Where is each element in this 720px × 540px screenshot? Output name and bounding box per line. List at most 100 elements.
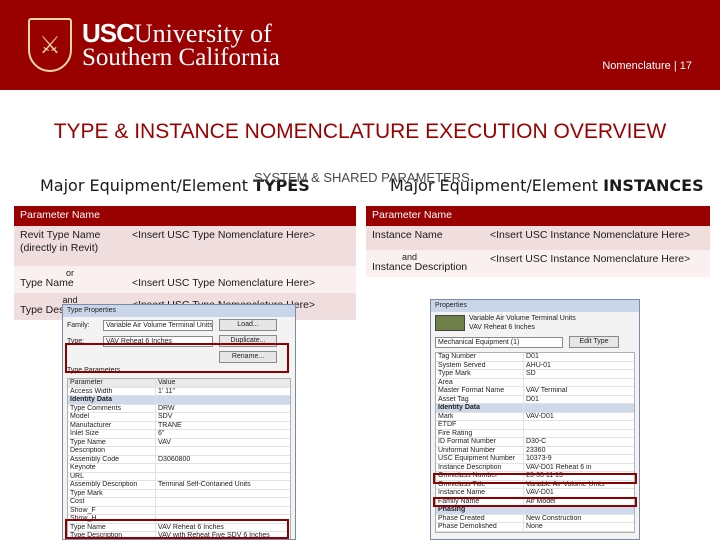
type-parameter-table: Parameter Name Revit Type Name (directly… xyxy=(14,206,356,320)
instance-properties-panel[interactable]: Properties Variable Air Volume Terminal … xyxy=(430,299,640,540)
type-parameter-param-value[interactable] xyxy=(156,507,290,515)
type-parameter-param-name: Access Width xyxy=(68,387,156,395)
instance-parameter-param-name: ID Format Number xyxy=(436,438,524,446)
instance-parameter-table: Parameter Name Instance Name <Insert USC… xyxy=(366,206,710,277)
instance-parameter-row[interactable]: Asset Tag D01 xyxy=(436,395,634,404)
slide-title: TYPE & INSTANCE NOMENCLATURE EXECUTION O… xyxy=(53,120,667,143)
type-parameter-param-name: Manufacturer xyxy=(68,421,156,429)
type-parameter-row[interactable]: Type Comments DRW xyxy=(68,404,290,413)
type-parameter-row[interactable]: Model SDV xyxy=(68,413,290,422)
type-parameter-param-value[interactable] xyxy=(156,490,290,498)
type-parameter-row[interactable]: Type Name VAV xyxy=(68,438,290,447)
instance-parameter-row[interactable]: Area xyxy=(436,378,634,387)
instance-parameter-param-value[interactable] xyxy=(524,506,634,514)
type-parameter-row[interactable]: Assembly Code D3060800 xyxy=(68,455,290,464)
instance-parameter-param-name: Identity Data xyxy=(436,404,524,412)
instance-parameter-param-value[interactable]: AHU-01 xyxy=(524,362,634,370)
type-parameter-row[interactable]: Type Mark xyxy=(68,489,290,498)
type-parameter-row[interactable]: Show_F xyxy=(68,506,290,515)
instance-parameter-param-value[interactable]: SD xyxy=(524,370,634,378)
type-parameter-row[interactable]: Cost xyxy=(68,498,290,507)
instance-parameter-param-name: Master Format Name xyxy=(436,387,524,395)
type-parameter-row[interactable]: URL xyxy=(68,472,290,481)
instance-parameter-param-value[interactable]: VAV-D01 xyxy=(524,413,634,421)
logo-line2-text: Southern California xyxy=(82,43,280,71)
instance-parameter-param-value[interactable]: VAV Terminal xyxy=(524,387,634,395)
instance-parameter-param-value[interactable]: VAV-D01 Reheat 6 in xyxy=(524,464,634,472)
instance-parameter-row[interactable]: ID Format Number D30-C xyxy=(436,438,634,447)
instance-type-name: VAV Reheat 6 Inches xyxy=(469,324,535,331)
and-conjunction: and xyxy=(402,252,418,262)
load-button[interactable]: Load... xyxy=(219,319,277,331)
instance-parameter-row[interactable]: Phase Demolished None xyxy=(436,523,634,532)
type-properties-dialog[interactable]: Type Properties Family: Variable Air Vol… xyxy=(62,304,296,540)
type-parameter-param-name: Type Name xyxy=(68,438,156,446)
instance-parameter-row[interactable]: Identity Data xyxy=(436,404,634,413)
instance-parameter-param-value[interactable]: None xyxy=(524,523,634,531)
type-parameter-param-value[interactable]: 1' 11" xyxy=(156,388,290,396)
type-parameter-row[interactable]: Identity Data xyxy=(68,396,290,405)
type-parameter-param-value[interactable]: D3060800 xyxy=(156,456,290,464)
type-parameter-param-value[interactable] xyxy=(156,447,290,455)
revit-type-name-value: <Insert USC Type Nomenclature Here> xyxy=(126,226,356,266)
instance-parameter-param-value[interactable] xyxy=(524,404,634,412)
instance-parameter-param-value[interactable] xyxy=(524,430,634,438)
instance-filter-select[interactable]: Mechanical Equipment (1) xyxy=(435,336,563,348)
edit-type-button[interactable]: Edit Type xyxy=(569,336,619,348)
instance-parameter-row[interactable]: Mark VAV-D01 xyxy=(436,412,634,421)
type-parameter-row[interactable]: Assembly Description Terminal Self-Contai… xyxy=(68,481,290,490)
type-parameter-param-name: URL xyxy=(68,472,156,480)
instance-parameter-param-name: Phase Created xyxy=(436,514,524,522)
instance-parameter-row[interactable]: Uniformat Number 23360 xyxy=(436,446,634,455)
type-parameter-param-value[interactable]: DRW xyxy=(156,405,290,413)
type-parameter-param-value[interactable]: SDV xyxy=(156,413,290,421)
type-name-label: Type Name xyxy=(20,277,74,289)
or-conjunction: or xyxy=(65,268,74,278)
type-parameter-param-name: Type Comments xyxy=(68,404,156,412)
type-parameter-row[interactable]: Manufacturer TRANE xyxy=(68,421,290,430)
instance-parameter-param-name: Mark xyxy=(436,412,524,420)
type-parameter-param-name: Inlet Size xyxy=(68,430,156,438)
instance-parameter-row[interactable]: Fire Rating xyxy=(436,429,634,438)
type-parameter-param-name: Assembly Description xyxy=(68,481,156,489)
revit-type-name-label: Revit Type Name (directly in Revit) xyxy=(20,229,101,254)
instance-parameter-row[interactable]: Tag Number D01 xyxy=(436,353,634,362)
type-parameter-param-value[interactable] xyxy=(156,396,290,404)
type-parameter-param-name: Description xyxy=(68,447,156,455)
type-parameters-grid[interactable]: Parameter Value Access Width 1' 11" Identi… xyxy=(67,378,291,539)
type-parameter-param-value[interactable]: 6" xyxy=(156,430,290,438)
type-parameter-row[interactable]: Inlet Size 6" xyxy=(68,430,290,439)
instance-parameter-param-value[interactable]: D01 xyxy=(524,396,634,404)
instance-parameter-param-value[interactable]: D30-C xyxy=(524,438,634,446)
type-parameter-row[interactable]: Description xyxy=(68,447,290,456)
type-parameter-param-value[interactable] xyxy=(156,498,290,506)
instance-parameter-param-value[interactable]: D01 xyxy=(524,353,634,361)
instance-parameter-row[interactable]: System Served AHU-01 xyxy=(436,361,634,370)
type-parameter-param-value[interactable]: Terminal Self-Contained Units xyxy=(156,481,290,489)
instance-parameter-row[interactable]: Phasing xyxy=(436,506,634,515)
instance-parameter-row[interactable]: Type Mark SD xyxy=(436,370,634,379)
type-parameter-param-value[interactable]: VAV xyxy=(156,439,290,447)
instance-parameter-row[interactable]: Instance Description VAV-D01 Reheat 6 in xyxy=(436,463,634,472)
instance-parameter-row[interactable]: ETDF xyxy=(436,421,634,430)
type-parameter-param-value[interactable]: TRANE xyxy=(156,422,290,430)
instance-parameter-row[interactable]: USC Equipment Number 10373-9 xyxy=(436,455,634,464)
instance-parameter-param-value[interactable]: 10373-9 xyxy=(524,455,634,463)
header-bar: ⚔ USCUniversity of Southern California N… xyxy=(0,0,720,90)
instance-parameter-param-name: Area xyxy=(436,378,524,386)
instance-parameter-param-value[interactable]: 23360 xyxy=(524,447,634,455)
instance-parameter-param-value[interactable] xyxy=(524,421,634,429)
type-parameter-param-value[interactable] xyxy=(156,473,290,481)
instance-parameter-param-value[interactable]: New Construction xyxy=(524,515,634,523)
family-select[interactable]: Variable Air Volume Terminal Units xyxy=(103,319,213,331)
type-parameter-param-value[interactable] xyxy=(156,464,290,472)
instance-parameter-row[interactable]: Master Format Name VAV Terminal xyxy=(436,387,634,396)
instance-description-label: Instance Description xyxy=(372,261,468,273)
instance-description-highlight xyxy=(433,473,637,484)
instance-parameter-param-value[interactable]: VAV-D01 xyxy=(524,489,634,497)
type-parameter-row[interactable]: Keynote xyxy=(68,464,290,473)
vav-unit-thumbnail xyxy=(435,315,465,331)
instance-parameter-param-value[interactable] xyxy=(524,379,634,387)
type-parameter-row[interactable]: Access Width 1' 11" xyxy=(68,387,290,396)
instance-parameter-row[interactable]: Phase Created New Construction xyxy=(436,514,634,523)
